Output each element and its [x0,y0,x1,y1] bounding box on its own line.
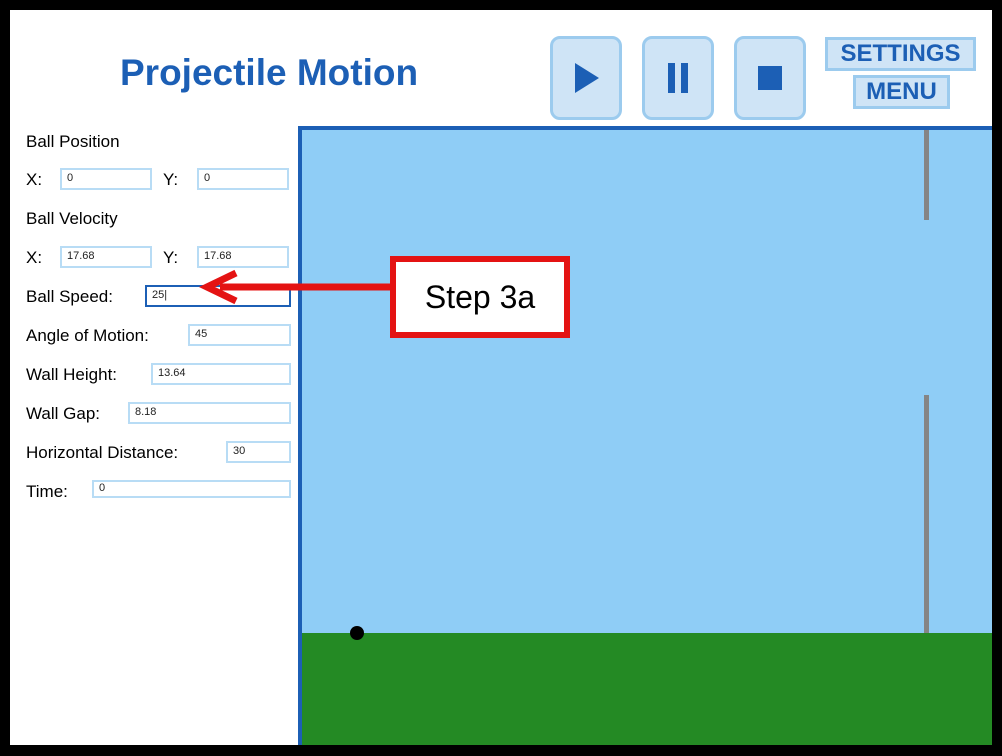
ball-speed-label: Ball Speed: [26,287,113,306]
simulation-canvas [298,126,992,745]
horizontal-distance-field[interactable]: 30 [226,441,291,463]
wall-gap-label: Wall Gap: [26,404,101,423]
ground [302,633,992,745]
play-icon [575,63,599,93]
wall-gap-field[interactable]: 8.18 [128,402,291,424]
velocity-y-label: Y: [163,248,179,267]
ball-position-heading: Ball Position [26,132,120,151]
horizontal-distance-label: Horizontal Distance: [26,443,179,462]
time-field[interactable]: 0 [92,480,291,498]
wall-height-field[interactable]: 13.64 [151,363,291,385]
settings-button[interactable]: SETTINGS [825,37,976,71]
menu-button[interactable]: MENU [853,75,950,109]
position-x-label: X: [26,170,43,189]
ball[interactable] [350,626,364,640]
ball-speed-field[interactable]: 25| [145,285,291,307]
play-button[interactable] [550,36,622,120]
step-callout: Step 3a [390,256,570,338]
angle-field[interactable]: 45 [188,324,291,346]
stop-button[interactable] [734,36,806,120]
time-label: Time: [26,482,68,501]
parameters-panel: Ball Position X: 0 Y: 0 Ball Velocity X:… [10,130,295,745]
lower-wall [924,395,929,640]
upper-wall [924,130,929,220]
pause-button[interactable] [642,36,714,120]
wall-height-label: Wall Height: [26,365,118,384]
position-y-field[interactable]: 0 [197,168,289,190]
position-x-field[interactable]: 0 [60,168,152,190]
velocity-y-field[interactable]: 17.68 [197,246,289,268]
pause-icon [668,63,688,93]
velocity-x-label: X: [26,248,43,267]
position-y-label: Y: [163,170,179,189]
ball-velocity-heading: Ball Velocity [26,209,118,228]
page-title: Projectile Motion [120,52,419,93]
app-window: Projectile Motion SETTINGS MENU Ball Pos… [10,10,992,745]
stop-icon [758,66,782,90]
angle-label: Angle of Motion: [26,326,149,345]
velocity-x-field[interactable]: 17.68 [60,246,152,268]
